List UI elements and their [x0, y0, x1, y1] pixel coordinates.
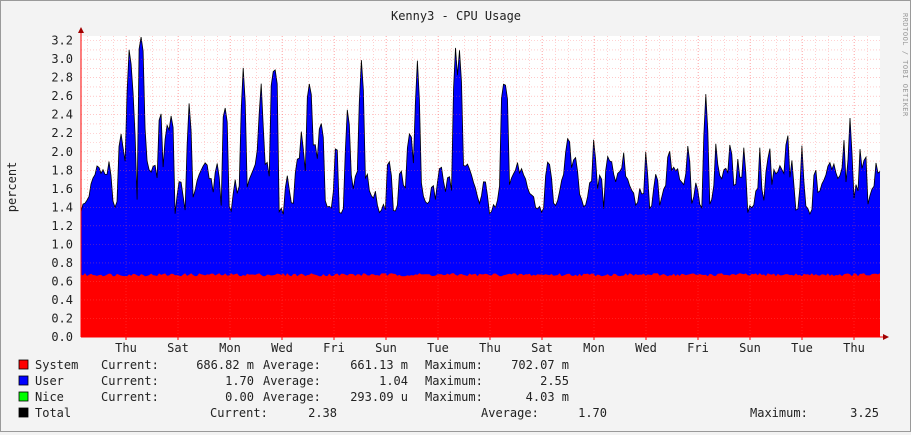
legend-value-average: 1.70 [578, 406, 607, 420]
x-tick-label: Sun [739, 341, 761, 355]
legend-swatch-nice [18, 391, 29, 402]
y-tick-label: 0.8 [51, 256, 73, 270]
y-tick-label: 0.6 [51, 274, 73, 288]
legend-value-maximum: 702.07 m [511, 358, 569, 372]
legend-swatch-total [18, 407, 29, 418]
legend-value-average: 293.09 u [350, 390, 408, 404]
y-tick-label: 0.0 [51, 330, 73, 344]
legend-value-maximum: 3.25 [850, 406, 879, 420]
legend-label-average: Average: [263, 358, 321, 372]
chart-title: Kenny3 - CPU Usage [391, 9, 521, 23]
y-tick-label: 2.0 [51, 145, 73, 159]
legend-label-current: Current: [210, 406, 268, 420]
x-tick-label: Wed [271, 341, 293, 355]
legend-swatch-user [18, 375, 29, 386]
legend-label-current: Current: [101, 390, 159, 404]
y-tick-label: 3.0 [51, 52, 73, 66]
y-axis-label: percent [5, 162, 19, 213]
legend-label-maximum: Maximum: [425, 390, 483, 404]
legend-value-average: 1.04 [379, 374, 408, 388]
legend-value-average: 661.13 m [350, 358, 408, 372]
x-tick-label: Tue [791, 341, 813, 355]
y-tick-label: 3.2 [51, 34, 73, 48]
x-tick-label: Wed [635, 341, 657, 355]
y-tick-label: 1.0 [51, 237, 73, 251]
legend-label-average: Average: [263, 390, 321, 404]
legend-label-maximum: Maximum: [425, 374, 483, 388]
y-tick-label: 1.8 [51, 163, 73, 177]
y-tick-label: 0.2 [51, 311, 73, 325]
legend-label-maximum: Maximum: [750, 406, 808, 420]
chart-frame: Kenny3 - CPU Usage RRDTOOL / TOBI OETIKE… [0, 0, 911, 432]
x-tick-label: Fri [323, 341, 345, 355]
legend-value-current: 0.00 [225, 390, 254, 404]
legend-value-current: 2.38 [308, 406, 337, 420]
plot-area [80, 36, 881, 338]
y-tick-label: 1.4 [51, 200, 73, 214]
legend-value-maximum: 4.03 m [526, 390, 569, 404]
legend-label-maximum: Maximum: [425, 358, 483, 372]
legend-series-name: System [35, 358, 78, 372]
legend-value-current: 686.82 m [196, 358, 254, 372]
x-axis-arrow [883, 334, 889, 340]
x-tick-label: Thu [843, 341, 865, 355]
x-tick-label: Mon [219, 341, 241, 355]
legend: System Current: 686.82 m Average: 661.13 m Ma… [18, 358, 879, 420]
y-tick-label: 2.6 [51, 89, 73, 103]
y-tick-label: 1.6 [51, 182, 73, 196]
legend-series-name: Total [35, 406, 71, 420]
x-tick-label: Sat [167, 341, 189, 355]
x-tick-label: Sun [375, 341, 397, 355]
legend-label-average: Average: [263, 374, 321, 388]
legend-series-name: Nice [35, 390, 64, 404]
y-tick-label: 2.4 [51, 108, 73, 122]
legend-label-current: Current: [101, 374, 159, 388]
y-tick-label: 1.2 [51, 219, 73, 233]
cpu-usage-chart: Kenny3 - CPU Usage RRDTOOL / TOBI OETIKE… [5, 9, 909, 420]
legend-value-maximum: 2.55 [540, 374, 569, 388]
x-tick-label: Sat [531, 341, 553, 355]
watermark: RRDTOOL / TOBI OETIKER [901, 13, 909, 117]
x-tick-label: Tue [427, 341, 449, 355]
legend-series-name: User [35, 374, 64, 388]
legend-label-current: Current: [101, 358, 159, 372]
x-tick-label: Thu [479, 341, 501, 355]
y-tick-label: 0.4 [51, 293, 73, 307]
y-tick-label: 2.2 [51, 126, 73, 140]
legend-swatch-system [18, 359, 29, 370]
x-tick-label: Thu [115, 341, 137, 355]
y-tick-label: 2.8 [51, 71, 73, 85]
system-area [81, 273, 880, 337]
x-tick-label: Mon [583, 341, 605, 355]
y-axis-arrow [78, 27, 84, 33]
legend-value-current: 1.70 [225, 374, 254, 388]
x-tick-label: Fri [687, 341, 709, 355]
legend-label-average: Average: [481, 406, 539, 420]
